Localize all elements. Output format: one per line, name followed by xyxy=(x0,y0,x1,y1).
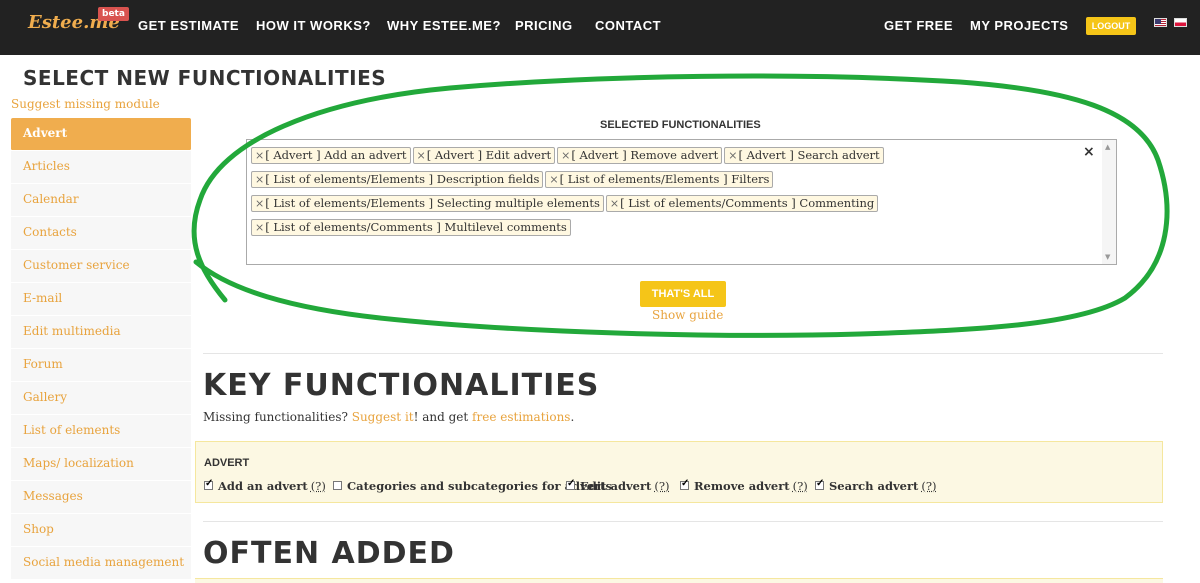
tag-label: [ List of elements/Comments ] Commenting xyxy=(620,196,875,210)
checkbox-label: Add an advert xyxy=(218,479,308,493)
remove-tag-icon[interactable]: × xyxy=(561,149,570,162)
help-link[interactable]: (?) xyxy=(793,479,808,493)
free-estimations-link[interactable]: free estimations xyxy=(472,410,570,424)
checkbox-checked[interactable] xyxy=(680,478,689,490)
advert-functionalities-panel: ADVERT Add an advert(?)Categories and su… xyxy=(195,441,1163,503)
often-added-title: OFTEN ADDED xyxy=(203,536,455,571)
sidebar-item[interactable]: Forum xyxy=(11,349,191,382)
help-link[interactable]: (?) xyxy=(311,479,326,493)
sidebar-item[interactable]: List of elements xyxy=(11,415,191,448)
missing-text-post: . xyxy=(570,410,575,424)
top-navbar: Estee.me beta GET ESTIMATE HOW IT WORKS?… xyxy=(0,0,1200,55)
pl-flag-icon[interactable] xyxy=(1174,18,1187,27)
sidebar-item[interactable]: Articles xyxy=(11,151,191,184)
scroll-up-icon[interactable]: ▲ xyxy=(1105,143,1110,151)
checkbox-label: Edit advert xyxy=(580,479,652,493)
remove-tag-icon[interactable]: × xyxy=(255,221,264,234)
nav-contact[interactable]: CONTACT xyxy=(595,18,661,33)
sidebar-item[interactable]: Maps/ localization xyxy=(11,448,191,481)
remove-tag-icon[interactable]: × xyxy=(728,149,737,162)
help-link[interactable]: (?) xyxy=(654,479,669,493)
advert-checkbox-item[interactable]: Add an advert(?) xyxy=(204,478,326,493)
nav-why-estee[interactable]: WHY ESTEE.ME? xyxy=(387,18,501,33)
key-functionalities-title: KEY FUNCTIONALITIES xyxy=(203,368,600,403)
suggest-missing-module-link[interactable]: Suggest missing module xyxy=(11,97,160,111)
page-title: SELECT NEW FUNCTIONALITIES xyxy=(23,66,387,90)
selected-tag[interactable]: ×[ Advert ] Add an advert xyxy=(251,147,411,164)
selected-tag[interactable]: ×[ Advert ] Search advert xyxy=(724,147,884,164)
tag-label: [ List of elements/Elements ] Selecting … xyxy=(265,196,600,210)
sidebar-item[interactable]: Contacts xyxy=(11,217,191,250)
tag-label: [ List of elements/Elements ] Descriptio… xyxy=(265,172,540,186)
checkbox-checked[interactable] xyxy=(566,478,575,490)
missing-functionalities-text: Missing functionalities? Suggest it! and… xyxy=(203,410,574,424)
show-guide-link[interactable]: Show guide xyxy=(652,308,723,322)
remove-tag-icon[interactable]: × xyxy=(255,149,264,162)
scroll-down-icon[interactable]: ▼ xyxy=(1105,253,1110,261)
nav-how-it-works[interactable]: HOW IT WORKS? xyxy=(256,18,371,33)
suggest-it-link[interactable]: Suggest it xyxy=(352,410,414,424)
remove-tag-icon[interactable]: × xyxy=(610,197,619,210)
remove-tag-icon[interactable]: × xyxy=(417,149,426,162)
sidebar-item[interactable]: Shop xyxy=(11,514,191,547)
advert-checkbox-item[interactable]: Search advert(?) xyxy=(815,478,937,493)
selected-tag[interactable]: ×[ Advert ] Edit advert xyxy=(412,147,556,164)
sidebar-item[interactable]: Messages xyxy=(11,481,191,514)
tag-label: [ Advert ] Edit advert xyxy=(426,148,552,162)
selected-tag[interactable]: ×[ List of elements/Elements ] Descripti… xyxy=(251,171,544,188)
selected-functionalities-box[interactable]: ×[ Advert ] Add an advert ×[ Advert ] Edi… xyxy=(246,139,1117,265)
selected-tag[interactable]: ×[ List of elements/Comments ] Multileve… xyxy=(251,219,571,236)
nav-pricing[interactable]: PRICING xyxy=(515,18,573,33)
often-added-panel xyxy=(195,578,1163,583)
thats-all-button[interactable]: THAT'S ALL xyxy=(640,281,726,307)
selected-tag[interactable]: ×[ List of elements/Elements ] Filters xyxy=(545,171,774,188)
scrollbar[interactable]: ▲ ▼ xyxy=(1102,140,1116,264)
us-flag-icon[interactable] xyxy=(1154,18,1167,27)
logout-button[interactable]: LOGOUT xyxy=(1086,17,1136,35)
remove-tag-icon[interactable]: × xyxy=(549,173,558,186)
checkbox-checked[interactable] xyxy=(204,478,213,490)
beta-badge: beta xyxy=(98,7,129,21)
tag-label: [ Advert ] Remove advert xyxy=(571,148,719,162)
nav-my-projects[interactable]: MY PROJECTS xyxy=(970,18,1068,33)
checkbox-checked[interactable] xyxy=(815,478,824,490)
advert-panel-title: ADVERT xyxy=(204,457,250,469)
divider xyxy=(203,521,1163,522)
selected-functionalities-heading: SELECTED FUNCTIONALITIES xyxy=(600,119,761,131)
missing-text-mid: ! and get xyxy=(413,410,473,424)
sidebar-item[interactable]: Gallery xyxy=(11,382,191,415)
sidebar-item[interactable]: E-mail xyxy=(11,283,191,316)
tag-label: [ List of elements/Elements ] Filters xyxy=(559,172,770,186)
module-sidebar: Advert Articles Calendar Contacts Customer s… xyxy=(11,118,191,580)
tag-label: [ Advert ] Search advert xyxy=(738,148,880,162)
advert-checkbox-item[interactable]: Edit advert(?) xyxy=(566,478,670,493)
checkbox-label: Remove advert xyxy=(694,479,790,493)
divider xyxy=(203,353,1163,354)
tag-label: [ Advert ] Add an advert xyxy=(265,148,407,162)
help-link[interactable]: (?) xyxy=(921,479,936,493)
sidebar-item[interactable]: Advert xyxy=(11,118,191,151)
selected-tag[interactable]: ×[ Advert ] Remove advert xyxy=(557,147,723,164)
sidebar-item[interactable]: Calendar xyxy=(11,184,191,217)
sidebar-item[interactable]: Customer service xyxy=(11,250,191,283)
selected-tag[interactable]: ×[ List of elements/Comments ] Commentin… xyxy=(605,195,879,212)
checkbox-unchecked[interactable] xyxy=(333,481,342,490)
advert-checkbox-item[interactable]: Remove advert(?) xyxy=(680,478,808,493)
tag-list: ×[ Advert ] Add an advert ×[ Advert ] Edi… xyxy=(251,144,1071,240)
remove-tag-icon[interactable]: × xyxy=(255,173,264,186)
nav-get-free[interactable]: GET FREE xyxy=(884,18,953,33)
sidebar-item[interactable]: Social media management xyxy=(11,547,191,580)
nav-get-estimate[interactable]: GET ESTIMATE xyxy=(138,18,239,33)
missing-text-pre: Missing functionalities? xyxy=(203,410,352,424)
selected-tag[interactable]: ×[ List of elements/Elements ] Selecting… xyxy=(251,195,604,212)
checkbox-label: Search advert xyxy=(829,479,919,493)
clear-all-icon[interactable]: × xyxy=(1083,144,1095,160)
sidebar-item[interactable]: Edit multimedia xyxy=(11,316,191,349)
remove-tag-icon[interactable]: × xyxy=(255,197,264,210)
tag-label: [ List of elements/Comments ] Multilevel… xyxy=(265,220,567,234)
